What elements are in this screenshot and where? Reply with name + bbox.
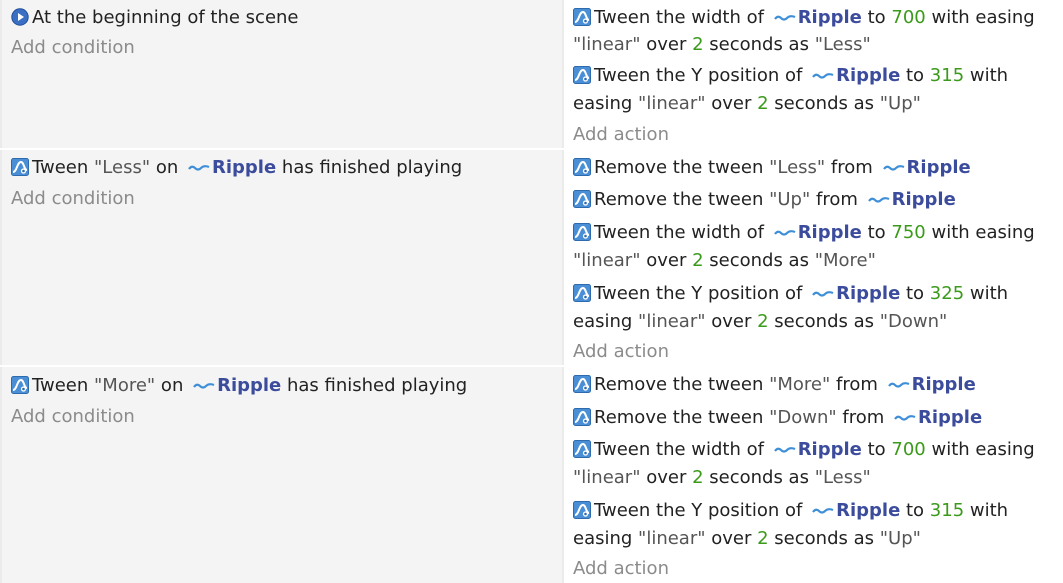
object-name: Ripple <box>836 283 901 304</box>
ripple-object-icon <box>774 446 796 454</box>
condition-row[interactable]: At the beginning of the scene <box>11 4 556 32</box>
tween-icon <box>573 284 591 302</box>
action-row[interactable]: Remove the tween "More" from Ripple <box>573 371 1057 399</box>
ripple-object-icon <box>812 290 834 298</box>
tween-icon <box>573 190 591 208</box>
object-name: Ripple <box>797 222 862 243</box>
action-row-continuation: easing "linear" over 2 seconds as "Down" <box>573 311 948 332</box>
object-name: Ripple <box>797 439 862 460</box>
tween-icon <box>573 375 591 393</box>
tween-icon <box>573 223 591 241</box>
actions-column[interactable]: Remove the tween "Less" from Ripple Remo… <box>564 150 1063 365</box>
action-row[interactable]: Tween the width of Ripple to 750 with ea… <box>573 219 1057 247</box>
actions-column[interactable]: Tween the width of Ripple to 700 with ea… <box>564 0 1063 148</box>
ripple-object-icon <box>894 414 916 422</box>
object-name: Ripple <box>217 375 282 396</box>
add-action-link[interactable]: Add action <box>573 122 669 148</box>
scene-start-icon <box>11 8 29 26</box>
action-row[interactable]: Remove the tween "Up" from Ripple <box>573 186 1057 214</box>
ripple-object-icon <box>774 229 796 237</box>
tween-icon <box>573 408 591 426</box>
tween-icon <box>573 66 591 84</box>
tween-icon <box>573 8 591 26</box>
action-row[interactable]: Tween the width of Ripple to 700 with ea… <box>573 436 1057 464</box>
number-value: 315 <box>929 65 965 86</box>
add-condition-link[interactable]: Add condition <box>11 186 135 212</box>
action-row-continuation: easing "linear" over 2 seconds as "Up" <box>573 93 921 114</box>
conditions-column[interactable]: Tween "More" on Ripple has finished play… <box>2 367 562 583</box>
ripple-object-icon <box>868 196 890 204</box>
object-name: Ripple <box>836 65 901 86</box>
action-row-continuation: "linear" over 2 seconds as "Less" <box>573 34 871 55</box>
add-condition-link[interactable]: Add condition <box>11 404 135 430</box>
condition-row[interactable]: Tween "Less" on Ripple has finished play… <box>11 154 556 182</box>
object-name: Ripple <box>836 500 901 521</box>
action-row-continuation: "linear" over 2 seconds as "Less" <box>573 467 871 488</box>
conditions-column[interactable]: Tween "Less" on Ripple has finished play… <box>2 150 562 365</box>
action-row[interactable]: Tween the Y position of Ripple to 315 wi… <box>573 497 1057 525</box>
tween-icon <box>573 501 591 519</box>
object-name: Ripple <box>797 7 862 28</box>
number-value: 700 <box>891 7 926 28</box>
object-name: Ripple <box>918 407 983 428</box>
tween-icon <box>573 440 591 458</box>
actions-column[interactable]: Remove the tween "More" from Ripple Remo… <box>564 367 1063 583</box>
ripple-object-icon <box>883 164 905 172</box>
action-row-continuation: "linear" over 2 seconds as "More" <box>573 250 876 271</box>
action-row[interactable]: Remove the tween "Less" from Ripple <box>573 154 1057 182</box>
condition-row[interactable]: Tween "More" on Ripple has finished play… <box>11 372 556 400</box>
action-row[interactable]: Tween the width of Ripple to 700 with ea… <box>573 4 1057 32</box>
ripple-object-icon <box>188 164 210 172</box>
add-action-link[interactable]: Add action <box>573 556 669 582</box>
tween-icon <box>11 376 29 394</box>
action-row[interactable]: Remove the tween "Down" from Ripple <box>573 404 1057 432</box>
tween-icon <box>11 158 29 176</box>
add-action-link[interactable]: Add action <box>573 339 669 365</box>
object-name: Ripple <box>911 374 976 395</box>
number-value: 315 <box>929 500 965 521</box>
action-row-continuation: easing "linear" over 2 seconds as "Up" <box>573 528 921 549</box>
action-row[interactable]: Tween the Y position of Ripple to 325 wi… <box>573 280 1057 308</box>
object-name: Ripple <box>212 157 277 178</box>
ripple-object-icon <box>812 72 834 80</box>
add-condition-link[interactable]: Add condition <box>11 35 135 61</box>
action-row[interactable]: Tween the Y position of Ripple to 315 wi… <box>573 62 1057 90</box>
event-block: At the beginning of the scene Add condit… <box>0 0 1063 148</box>
number-value: 325 <box>929 283 965 304</box>
ripple-object-icon <box>888 381 910 389</box>
object-name: Ripple <box>891 189 956 210</box>
ripple-object-icon <box>774 14 796 22</box>
number-value: 700 <box>891 439 926 460</box>
event-block: Tween "More" on Ripple has finished play… <box>0 367 1063 583</box>
conditions-column[interactable]: At the beginning of the scene Add condit… <box>2 0 562 148</box>
event-block: Tween "Less" on Ripple has finished play… <box>0 150 1063 365</box>
number-value: 750 <box>891 222 926 243</box>
object-name: Ripple <box>906 157 971 178</box>
ripple-object-icon <box>193 382 215 390</box>
ripple-object-icon <box>812 507 834 515</box>
tween-icon <box>573 158 591 176</box>
